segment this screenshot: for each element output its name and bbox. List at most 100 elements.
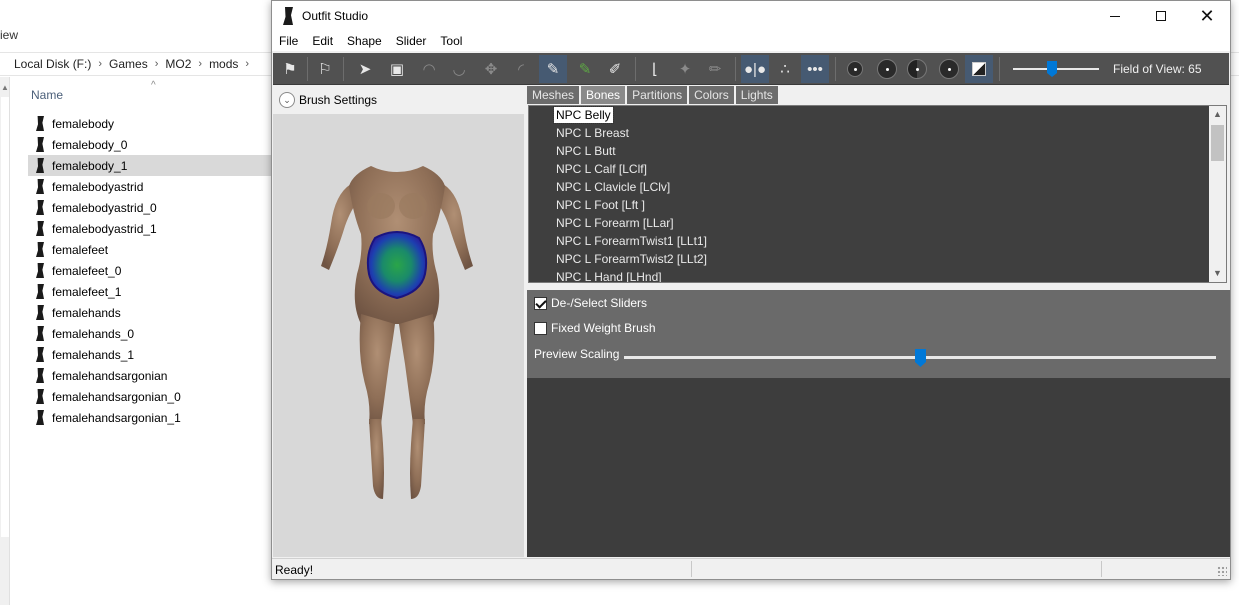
column-header[interactable]: Name ^ (30, 80, 270, 108)
file-list-item[interactable]: femalebodyastrid (28, 176, 272, 197)
fixed-weight-option[interactable]: Fixed Weight Brush (534, 321, 656, 335)
file-list-item[interactable]: femalehandsargonian (28, 365, 272, 386)
bone-list-item[interactable]: NPC L Clavicle [LClv] (529, 178, 1209, 196)
file-list-item[interactable]: femalefeet (28, 239, 272, 260)
file-list-item[interactable]: femalefeet_1 (28, 281, 272, 302)
file-list-item[interactable]: femalebody_0 (28, 134, 272, 155)
bone-list-item[interactable]: NPC L Foot [Lft ] (529, 196, 1209, 214)
menu-slider[interactable]: Slider (389, 31, 434, 51)
pivot-button[interactable]: ✦ (671, 55, 699, 83)
toolbar-separator (999, 57, 1000, 81)
connected-only-button[interactable]: ∴ (771, 55, 799, 83)
bone-list-item[interactable]: NPC L ForearmTwist1 [LLt1] (529, 232, 1209, 250)
tab-bones[interactable]: Bones (581, 86, 626, 104)
menu-bar: File Edit Shape Slider Tool (272, 31, 1230, 51)
field-of-view-slider[interactable] (1013, 61, 1099, 77)
breadcrumb-item[interactable]: Games (109, 57, 148, 71)
breadcrumb-item[interactable]: Local Disk (F:) (14, 57, 91, 71)
bone-list-item[interactable]: NPC L Breast (529, 124, 1209, 142)
scroll-thumb[interactable] (1, 97, 9, 537)
nif-file-icon (34, 410, 46, 425)
lighting-button[interactable] (903, 55, 931, 83)
minimize-button[interactable] (1092, 1, 1138, 31)
file-name: femalehands (52, 305, 121, 320)
open-project-button[interactable]: ⚐ (311, 55, 339, 83)
slider-thumb[interactable] (915, 349, 926, 367)
scroll-thumb[interactable] (1211, 125, 1224, 161)
bone-list-scrollbar[interactable]: ▲ ▼ (1209, 106, 1226, 282)
brush-settings-header[interactable]: ⌄ Brush Settings (273, 86, 524, 114)
title-bar[interactable]: Outfit Studio ✕ (272, 1, 1230, 31)
texture-button[interactable] (935, 55, 963, 83)
scroll-up-icon[interactable]: ▲ (1, 83, 9, 92)
maximize-button[interactable] (1138, 1, 1184, 31)
maximize-icon (1156, 11, 1166, 21)
menu-edit[interactable]: Edit (305, 31, 340, 51)
file-list-item[interactable]: femalehands_1 (28, 344, 272, 365)
bone-list[interactable]: NPC Belly NPC L Breast NPC L Butt NPC L Cal… (528, 105, 1227, 283)
transform-axis-icon: ⌊ (652, 60, 658, 78)
file-list-item[interactable]: femalehandsargonian_1 (28, 407, 272, 428)
bone-list-item[interactable]: NPC Belly (529, 106, 1209, 124)
file-list-item[interactable]: femalebody_1 (28, 155, 272, 176)
show-vertices-button[interactable] (841, 55, 869, 83)
x-mirror-button[interactable]: ●|● (741, 55, 769, 83)
menu-file[interactable]: File (272, 31, 305, 51)
resize-grip-icon[interactable] (1217, 566, 1227, 576)
tab-meshes[interactable]: Meshes (527, 86, 580, 104)
alpha-brush-button[interactable]: ✐ (601, 55, 629, 83)
file-list-item[interactable]: femalefeet_0 (28, 260, 272, 281)
bone-list-item[interactable]: NPC L ForearmTwist2 [LLt2] (529, 250, 1209, 268)
file-list-item[interactable]: femalehandsargonian_0 (28, 386, 272, 407)
slider-thumb[interactable] (1047, 61, 1057, 77)
view-menu[interactable]: iew (0, 28, 18, 42)
file-list-item[interactable]: femalebodyastrid_1 (28, 218, 272, 239)
tab-colors[interactable]: Colors (689, 86, 734, 104)
bone-list-item[interactable]: NPC L Hand [LHnd] (529, 268, 1209, 282)
fixed-weight-checkbox[interactable] (534, 321, 547, 335)
tab-lights[interactable]: Lights (735, 86, 778, 104)
tab-partitions[interactable]: Partitions (627, 86, 688, 104)
smooth-tool-button[interactable]: ◜ (507, 55, 535, 83)
file-list-item[interactable]: femalebodyastrid_0 (28, 197, 272, 218)
deselect-sliders-option[interactable]: De-/Select Sliders (534, 296, 647, 310)
scroll-down-icon[interactable]: ▼ (1209, 265, 1226, 282)
wireframe-button[interactable] (873, 55, 901, 83)
menu-tool[interactable]: Tool (433, 31, 469, 51)
breadcrumb-item[interactable]: mods (209, 57, 238, 71)
scroll-up-icon[interactable]: ▲ (1209, 106, 1226, 123)
weight-brush-button[interactable]: ✎ (539, 55, 567, 83)
breadcrumb-item[interactable]: MO2 (165, 57, 191, 71)
3d-viewport[interactable] (273, 114, 524, 557)
chevron-right-icon: › (154, 58, 159, 70)
deselect-sliders-checkbox[interactable] (534, 296, 547, 310)
bone-list-item[interactable]: NPC L Calf [LClf] (529, 160, 1209, 178)
preview-scaling-slider[interactable] (624, 349, 1216, 367)
chevron-right-icon: › (245, 58, 250, 70)
move-tool-button[interactable]: ✥ (477, 55, 505, 83)
menu-shape[interactable]: Shape (340, 31, 389, 51)
cube-view-button[interactable] (965, 55, 993, 83)
close-button[interactable]: ✕ (1184, 1, 1230, 31)
color-brush-button[interactable]: ✎ (571, 55, 599, 83)
file-list-item[interactable]: femalehands (28, 302, 272, 323)
file-name: femalebodyastrid_1 (52, 221, 157, 236)
file-list-item[interactable]: femalehands_0 (28, 323, 272, 344)
transform-button[interactable]: ⌊ (641, 55, 669, 83)
vertex-edit-button[interactable]: ✏ (701, 55, 729, 83)
wireframe-circle-icon (877, 59, 897, 79)
mask-tool-button[interactable]: ▣ (383, 55, 411, 83)
global-brush-button[interactable]: ••• (801, 55, 829, 83)
navigation-pane-scrollbar[interactable]: ▲ (0, 77, 10, 605)
inflate-tool-button[interactable]: ◠ (415, 55, 443, 83)
bone-list-item[interactable]: NPC L Forearm [LLar] (529, 214, 1209, 232)
select-tool-button[interactable]: ➤ (351, 55, 379, 83)
file-list-item[interactable]: femalebody (28, 113, 272, 134)
chevron-down-icon[interactable]: ⌄ (279, 92, 295, 108)
bone-list-item[interactable]: NPC L Butt (529, 142, 1209, 160)
new-project-button[interactable]: ⚑ (276, 55, 304, 83)
name-column-label[interactable]: Name (31, 88, 63, 102)
file-name: femalehandsargonian_0 (52, 389, 181, 404)
smooth-icon: ◜ (518, 60, 524, 78)
deflate-tool-button[interactable]: ◡ (445, 55, 473, 83)
